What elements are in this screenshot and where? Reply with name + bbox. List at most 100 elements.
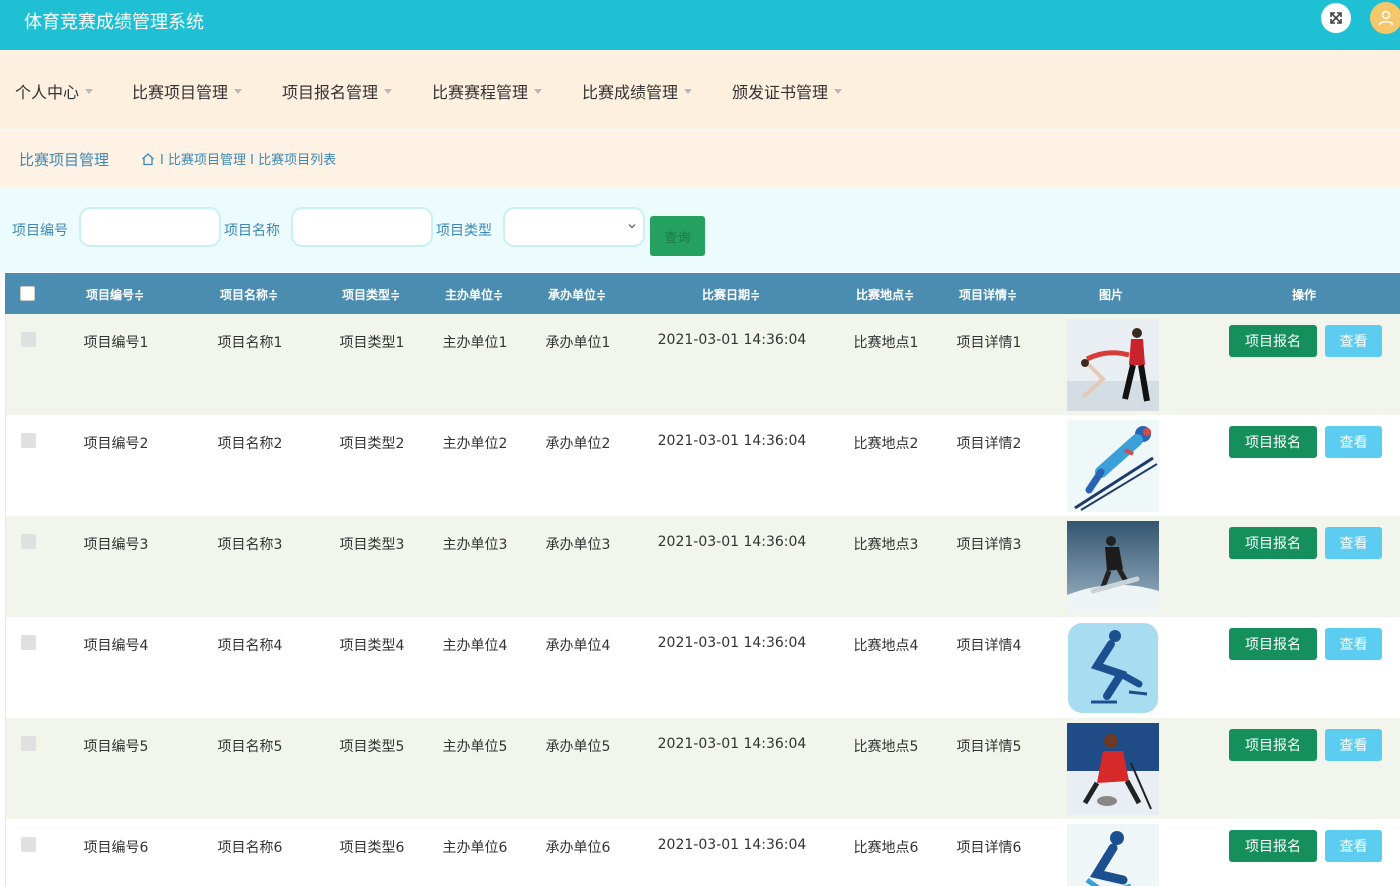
cell-code: 项目编号4	[84, 635, 149, 655]
cell-host: 主办单位3	[443, 534, 508, 554]
cell-name: 项目名称2	[218, 433, 283, 453]
column-header-date[interactable]: 比赛日期≑	[702, 286, 760, 303]
search-button[interactable]: 查询	[650, 216, 705, 256]
search-bar: 项目编号 项目名称 项目类型 查询	[0, 187, 1400, 272]
caret-down-icon	[234, 89, 242, 94]
row-checkbox[interactable]	[21, 433, 36, 448]
select-all-checkbox[interactable]	[20, 286, 35, 301]
cell-venue: 比赛地点3	[854, 534, 919, 554]
cell-date: 2021-03-01 14:36:04	[658, 534, 807, 550]
cell-detail: 项目详情1	[957, 332, 1022, 352]
figure-skating-pair-image	[1067, 319, 1159, 411]
cell-detail: 项目详情5	[957, 736, 1022, 756]
events-table: 项目编号≑ 项目名称≑ 项目类型≑ 主办单位≑ 承办单位≑ 比赛日期≑ 比赛地点…	[5, 273, 1400, 886]
nav-item-label: 颁发证书管理	[732, 79, 828, 103]
cell-detail: 项目详情3	[957, 534, 1022, 554]
row-checkbox[interactable]	[21, 837, 36, 852]
cell-organizer: 承办单位6	[546, 837, 611, 857]
nav-item-certificate-management[interactable]: 颁发证书管理	[732, 79, 842, 103]
cell-type: 项目类型1	[340, 332, 405, 352]
table-header: 项目编号≑ 项目名称≑ 项目类型≑ 主办单位≑ 承办单位≑ 比赛日期≑ 比赛地点…	[5, 273, 1400, 314]
signup-button[interactable]: 项目报名	[1229, 325, 1317, 357]
view-button[interactable]: 查看	[1325, 426, 1382, 458]
cell-name: 项目名称5	[218, 736, 283, 756]
cell-code: 项目编号2	[84, 433, 149, 453]
cell-code: 项目编号3	[84, 534, 149, 554]
cell-venue: 比赛地点6	[854, 837, 919, 857]
view-button[interactable]: 查看	[1325, 325, 1382, 357]
nav-item-label: 比赛项目管理	[132, 79, 228, 103]
caret-down-icon	[834, 89, 842, 94]
table-row: 项目编号6 项目名称6 项目类型6 主办单位6 承办单位6 2021-03-01…	[5, 819, 1400, 886]
cell-detail: 项目详情2	[957, 433, 1022, 453]
row-checkbox[interactable]	[21, 332, 36, 347]
table-row: 项目编号1 项目名称1 项目类型1 主办单位1 承办单位1 2021-03-01…	[5, 314, 1400, 415]
user-icon	[1377, 9, 1395, 27]
search-input-name[interactable]	[291, 207, 433, 247]
cell-name: 项目名称3	[218, 534, 283, 554]
ski-jumping-image	[1067, 420, 1159, 512]
column-header-detail[interactable]: 项目详情≑	[959, 286, 1017, 303]
view-button[interactable]: 查看	[1325, 830, 1382, 862]
nav-item-results-management[interactable]: 比赛成绩管理	[582, 79, 692, 103]
signup-button[interactable]: 项目报名	[1229, 729, 1317, 761]
main-nav: 个人中心 比赛项目管理 项目报名管理 比赛赛程管理 比赛成绩管理 颁发证书管理	[0, 50, 1400, 130]
cell-host: 主办单位5	[443, 736, 508, 756]
row-checkbox[interactable]	[21, 635, 36, 650]
home-icon[interactable]	[141, 152, 155, 166]
signup-button[interactable]: 项目报名	[1229, 830, 1317, 862]
column-header-type[interactable]: 项目类型≑	[342, 286, 400, 303]
cell-organizer: 承办单位3	[546, 534, 611, 554]
cell-type: 项目类型4	[340, 635, 405, 655]
nav-item-schedule-management[interactable]: 比赛赛程管理	[432, 79, 542, 103]
view-button[interactable]: 查看	[1325, 527, 1382, 559]
page-title: 比赛项目管理	[19, 149, 109, 170]
column-header-venue[interactable]: 比赛地点≑	[856, 286, 914, 303]
cell-name: 项目名称1	[218, 332, 283, 352]
cell-date: 2021-03-01 14:36:04	[658, 736, 807, 752]
app-title: 体育竞赛成绩管理系统	[24, 8, 204, 34]
cell-organizer: 承办单位5	[546, 736, 611, 756]
nav-item-label: 项目报名管理	[282, 79, 378, 103]
search-label-code: 项目编号	[12, 220, 68, 240]
nav-item-event-management[interactable]: 比赛项目管理	[132, 79, 242, 103]
caret-down-icon	[534, 89, 542, 94]
user-avatar[interactable]	[1370, 2, 1400, 34]
cell-name: 项目名称6	[218, 837, 283, 857]
breadcrumb-path[interactable]: I 比赛项目管理 I 比赛项目列表	[160, 149, 336, 168]
cell-detail: 项目详情4	[957, 635, 1022, 655]
column-header-host[interactable]: 主办单位≑	[445, 286, 503, 303]
column-header-name[interactable]: 项目名称≑	[220, 286, 278, 303]
speed-skating-icon-image	[1067, 622, 1159, 714]
snowboarding-image	[1067, 521, 1159, 613]
cell-venue: 比赛地点5	[854, 736, 919, 756]
row-checkbox[interactable]	[21, 736, 36, 751]
cell-name: 项目名称4	[218, 635, 283, 655]
cell-type: 项目类型3	[340, 534, 405, 554]
signup-button[interactable]: 项目报名	[1229, 527, 1317, 559]
fullscreen-button[interactable]	[1321, 3, 1351, 33]
signup-button[interactable]: 项目报名	[1229, 628, 1317, 660]
search-label-type: 项目类型	[436, 220, 492, 240]
nav-item-label: 比赛赛程管理	[432, 79, 528, 103]
nav-item-registration-management[interactable]: 项目报名管理	[282, 79, 392, 103]
table-row: 项目编号5 项目名称5 项目类型5 主办单位5 承办单位5 2021-03-01…	[5, 718, 1400, 819]
cell-organizer: 承办单位2	[546, 433, 611, 453]
cell-type: 项目类型2	[340, 433, 405, 453]
view-button[interactable]: 查看	[1325, 729, 1382, 761]
signup-button[interactable]: 项目报名	[1229, 426, 1317, 458]
breadcrumb: I 比赛项目管理 I 比赛项目列表	[141, 149, 336, 168]
column-header-image: 图片	[1099, 286, 1123, 303]
column-header-organizer[interactable]: 承办单位≑	[548, 286, 606, 303]
column-header-code[interactable]: 项目编号≑	[86, 286, 144, 303]
nav-item-personal-center[interactable]: 个人中心	[15, 79, 93, 103]
row-checkbox[interactable]	[21, 534, 36, 549]
search-select-type[interactable]	[503, 207, 645, 247]
cell-code: 项目编号6	[84, 837, 149, 857]
view-button[interactable]: 查看	[1325, 628, 1382, 660]
cell-date: 2021-03-01 14:36:04	[658, 433, 807, 449]
search-input-code[interactable]	[79, 207, 221, 247]
cell-venue: 比赛地点4	[854, 635, 919, 655]
cell-venue: 比赛地点2	[854, 433, 919, 453]
cell-host: 主办单位4	[443, 635, 508, 655]
